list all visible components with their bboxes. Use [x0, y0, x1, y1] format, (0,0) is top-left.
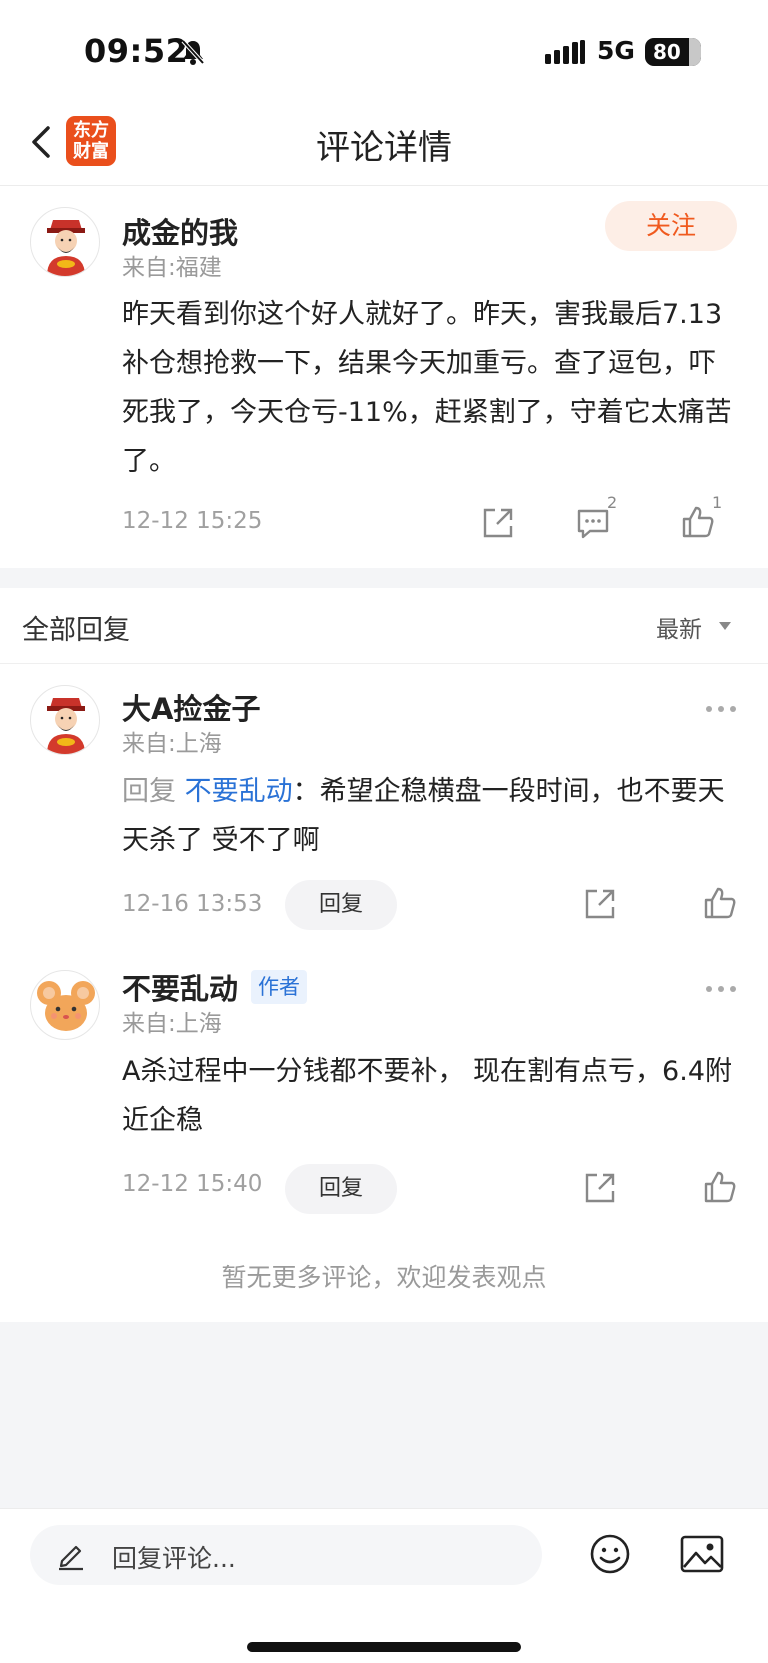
- battery-indicator: 80: [645, 38, 701, 66]
- no-more-comments-note: 暂无更多评论，欢迎发表观点: [221, 1263, 547, 1292]
- username[interactable]: 不要乱动: [122, 966, 238, 1008]
- logo-line2: 财富: [73, 141, 109, 162]
- sort-dropdown[interactable]: 最新: [656, 610, 702, 644]
- thumbs-up-icon[interactable]: [703, 1170, 737, 1204]
- reply-button[interactable]: 回复: [285, 1164, 397, 1214]
- back-icon[interactable]: [24, 118, 60, 166]
- bell-slash-icon: [181, 39, 205, 65]
- avatar[interactable]: [30, 685, 100, 755]
- username[interactable]: 成金的我: [122, 210, 238, 252]
- reply-button[interactable]: 回复: [285, 880, 397, 930]
- status-bar: 09:52 5G 80: [0, 0, 768, 100]
- more-icon[interactable]: [704, 704, 738, 714]
- logo-line1: 东方: [73, 120, 109, 141]
- reply-target-link[interactable]: 不要乱动: [185, 776, 293, 807]
- reply-text: A杀过程中一分钱都不要补， 现在割有点亏，6.4附近企稳: [122, 1056, 732, 1136]
- comment-text: 昨天看到你这个好人就好了。昨天，害我最后7.13补仓想抢救一下，结果今天加重亏。…: [122, 299, 732, 477]
- reply-item: 大A捡金子 来自:上海 回复 不要乱动：希望企稳横盘一段时间，也不要天天杀了 受…: [0, 664, 768, 944]
- thumbs-up-icon[interactable]: [681, 505, 715, 539]
- comment-time: 12-12 15:25: [122, 508, 263, 534]
- battery-level: 80: [653, 40, 681, 64]
- reply-item: 不要乱动 作者 来自:上海 A杀过程中一分钱都不要补， 现在割有点亏，6.4附近…: [0, 944, 768, 1220]
- reply-input-placeholder: 回复评论...: [112, 1544, 236, 1573]
- reply-time: 12-12 15:40: [122, 1171, 263, 1197]
- user-location: 来自:上海: [122, 1011, 222, 1037]
- user-location: 来自:福建: [122, 255, 222, 281]
- share-icon[interactable]: [583, 887, 617, 921]
- status-time: 09:52: [84, 32, 189, 70]
- fortune-god-avatar-icon: [47, 698, 85, 754]
- avatar[interactable]: [30, 207, 100, 277]
- user-location: 来自:上海: [122, 731, 222, 757]
- battery-empty-part: [689, 38, 701, 66]
- share-icon[interactable]: [583, 1171, 617, 1205]
- emoji-icon[interactable]: [589, 1533, 631, 1575]
- reply-text: 回复 不要乱动：希望企稳横盘一段时间，也不要天天杀了 受不了啊: [122, 767, 736, 865]
- section-divider: [0, 568, 768, 588]
- author-badge: 作者: [251, 970, 307, 1004]
- nav-bar: 评论详情 东方 财富: [0, 100, 768, 186]
- username[interactable]: 大A捡金子: [122, 686, 260, 728]
- replies-header: 全部回复 最新: [0, 588, 768, 664]
- home-indicator: [247, 1642, 521, 1652]
- follow-button[interactable]: 关注: [605, 201, 737, 251]
- signal-icon: [545, 40, 585, 64]
- like-count: 1: [712, 493, 723, 512]
- app-logo[interactable]: 东方 财富: [66, 116, 116, 166]
- pencil-icon: [59, 1545, 83, 1571]
- network-label: 5G: [597, 36, 635, 65]
- empty-area: [0, 1322, 768, 1508]
- image-icon[interactable]: [680, 1535, 724, 1573]
- share-icon[interactable]: [481, 506, 515, 540]
- comment-icon[interactable]: [576, 507, 610, 541]
- avatar[interactable]: [30, 970, 100, 1040]
- thumbs-up-icon[interactable]: [703, 886, 737, 920]
- more-icon[interactable]: [704, 984, 738, 994]
- fortune-god-avatar-icon: [47, 220, 85, 276]
- all-replies-title: 全部回复: [22, 615, 130, 646]
- reply-prefix: 回复: [122, 776, 185, 807]
- bottom-bar: 回复评论...: [0, 1508, 768, 1663]
- reply-input[interactable]: 回复评论...: [30, 1525, 542, 1585]
- caret-down-icon[interactable]: [719, 622, 731, 630]
- mouse-avatar-icon: [37, 981, 95, 1031]
- reply-time: 12-16 13:53: [122, 891, 263, 917]
- main-comment: 成金的我 来自:福建 关注 昨天看到你这个好人就好了。昨天，害我最后7.13补仓…: [0, 186, 768, 568]
- reply-count: 2: [607, 493, 618, 512]
